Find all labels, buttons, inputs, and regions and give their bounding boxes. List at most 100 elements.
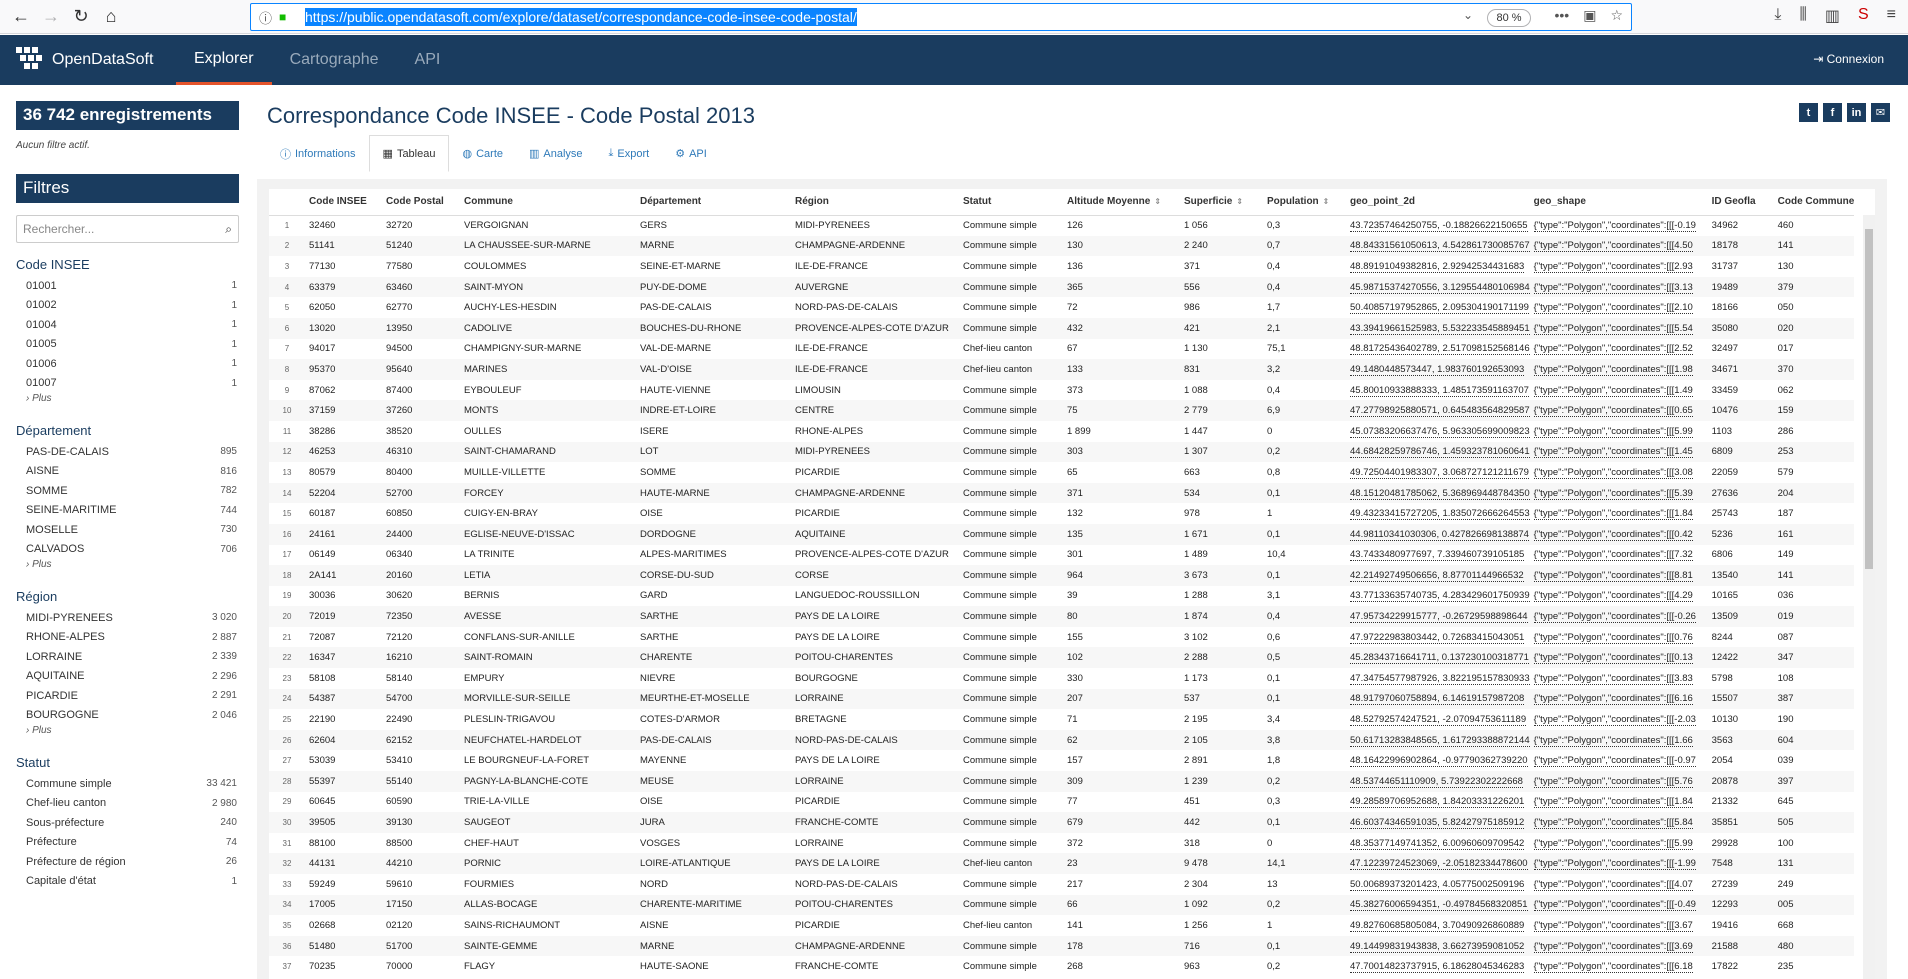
- table-cell[interactable]: {"type":"Polygon","coordinates":[[[1.98: [1529, 359, 1708, 380]
- table-cell[interactable]: 50.61713283848565, 1.617293388872144: [1346, 729, 1530, 751]
- table-row[interactable]: 7 94017 94500 CHAMPIGNY-SUR-MARNE VAL-DE-MAR…: [269, 339, 1854, 360]
- geo-link[interactable]: {"type":"Polygon","coordinates":[[[-0.49: [1533, 899, 1696, 912]
- facet-item[interactable]: 01007 1: [16, 374, 239, 394]
- column-header[interactable]: [269, 189, 305, 216]
- column-header[interactable]: ID Geofla: [1707, 189, 1774, 216]
- geo-link[interactable]: 47.95734229915777, -0.26729598898644: [1350, 611, 1528, 624]
- facet-item[interactable]: 01006 1: [16, 354, 239, 374]
- table-row[interactable]: 3 77130 77580 COULOMMES SEINE-ET-MARNE ILE-DE…: [269, 256, 1854, 277]
- table-cell[interactable]: {"type":"Polygon","coordinates":[[[3.69: [1529, 935, 1708, 957]
- geo-link[interactable]: {"type":"Polygon","coordinates":[[[5.76: [1533, 775, 1693, 788]
- facet-item[interactable]: 01001 1: [16, 276, 239, 296]
- geo-link[interactable]: {"type":"Polygon","coordinates":[[[4.29: [1533, 590, 1693, 603]
- table-cell[interactable]: 44.98110341030306, 0.427826698138874: [1346, 523, 1530, 545]
- facet-title[interactable]: Région: [16, 589, 239, 604]
- geo-link[interactable]: {"type":"Polygon","coordinates":[[[1.84: [1533, 508, 1693, 521]
- facet-item[interactable]: MOSELLE 730: [16, 520, 239, 540]
- table-cell[interactable]: {"type":"Polygon","coordinates":[[[6.18: [1530, 956, 1708, 977]
- filter-search-input[interactable]: Rechercher... ⌕: [16, 215, 239, 243]
- tab-analyse[interactable]: ▥ Analyse: [516, 135, 596, 172]
- geo-link[interactable]: {"type":"Polygon","coordinates":[[[-0.19: [1533, 220, 1696, 233]
- facet-more-link[interactable]: › Plus: [16, 725, 239, 741]
- table-cell[interactable]: {"type":"Polygon","coordinates":[[[7.32: [1530, 545, 1708, 566]
- table-cell[interactable]: 48.35377149741352, 6.00960609709542: [1346, 833, 1530, 854]
- facet-item[interactable]: RHONE-ALPES 2 887: [16, 628, 239, 648]
- table-row[interactable]: 17 06149 06340 LA TRINITE ALPES-MARITIMES PRO…: [269, 545, 1854, 566]
- table-cell[interactable]: 47.95734229915777, -0.26729598898644: [1346, 606, 1530, 627]
- column-header[interactable]: Département: [636, 189, 791, 216]
- geo-link[interactable]: 48.53744651110909, 5.73922302222668: [1350, 775, 1523, 788]
- geo-link[interactable]: {"type":"Polygon","coordinates":[[[-2.03: [1533, 714, 1696, 727]
- table-row[interactable]: 15 60187 60850 CUIGY-EN-BRAY OISE PICARDIE Com…: [269, 503, 1854, 524]
- facet-item[interactable]: Commune simple 33 421: [16, 774, 239, 794]
- twitter-icon[interactable]: t: [1799, 103, 1818, 122]
- table-row[interactable]: 5 62050 62770 AUCHY-LES-HESDIN PAS-DE-CALAIS…: [269, 297, 1854, 318]
- table-cell[interactable]: 42.21492749506656, 8.87701144966532: [1346, 565, 1530, 586]
- facet-title[interactable]: Département: [16, 423, 239, 438]
- geo-link[interactable]: {"type":"Polygon","coordinates":[[[0.13: [1533, 652, 1693, 665]
- geo-link[interactable]: 49.14499831943838, 3.66273959081052: [1350, 940, 1525, 953]
- geo-link[interactable]: {"type":"Polygon","coordinates":[[[3.83: [1533, 672, 1693, 685]
- search-icon[interactable]: ⌕: [225, 222, 232, 237]
- table-cell[interactable]: 48.81725436402789, 2.517098152568146: [1346, 339, 1530, 360]
- tab-api[interactable]: ⚙ API: [662, 135, 720, 172]
- geo-link[interactable]: 44.68428259786746, 1.459323781060641: [1350, 446, 1530, 459]
- table-cell[interactable]: {"type":"Polygon","coordinates":[[[1.66: [1529, 729, 1708, 751]
- table-row[interactable]: 23 58108 58140 EMPURY NIEVRE BOURGOGNE Commune…: [269, 668, 1854, 689]
- facet-item[interactable]: SEINE-MARITIME 744: [16, 501, 239, 521]
- login-link[interactable]: ⇥ Connexion: [1813, 52, 1884, 66]
- geo-link[interactable]: 48.89191049382816, 2.92942534431683: [1350, 260, 1525, 273]
- geo-link[interactable]: {"type":"Polygon","coordinates":[[[5.99: [1533, 425, 1693, 438]
- table-row[interactable]: 2 51141 51240 LA CHAUSSEE-SUR-MARNE MARNE CHA…: [269, 235, 1855, 257]
- geo-link[interactable]: {"type":"Polygon","coordinates":[[[-1.99: [1533, 858, 1696, 871]
- facet-item[interactable]: Préfecture de région 26: [16, 852, 239, 872]
- geo-link[interactable]: 47.70014823737915, 6.18628045346283: [1350, 961, 1525, 974]
- geo-link[interactable]: {"type":"Polygon","coordinates":[[[2.93: [1533, 260, 1693, 273]
- table-row[interactable]: 27 53039 53410 LE BOURGNEUF-LA-FORET MAYENNE…: [269, 750, 1854, 771]
- table-cell[interactable]: {"type":"Polygon","coordinates":[[[3.67: [1530, 915, 1708, 936]
- table-row[interactable]: 1 32460 32720 VERGOIGNAN GERS MIDI-PYRENEES Co…: [269, 215, 1854, 236]
- table-cell[interactable]: 45.80010933888333, 1.485173591163707: [1346, 380, 1530, 401]
- table-cell[interactable]: 43.72357464250755, -0.18826622150655: [1346, 215, 1530, 236]
- geo-link[interactable]: 49.43233415727205, 1.835072666264553: [1350, 508, 1530, 521]
- table-row[interactable]: 16 24161 24400 EGLISE-NEUVE-D'ISSAC DORDOGNE…: [269, 523, 1855, 545]
- geo-link[interactable]: {"type":"Polygon","coordinates":[[[3.69: [1533, 940, 1693, 953]
- forward-icon[interactable]: →: [36, 2, 66, 32]
- table-cell[interactable]: {"type":"Polygon","coordinates":[[[3.08: [1530, 462, 1708, 483]
- table-cell[interactable]: {"type":"Polygon","coordinates":[[[5.99: [1530, 421, 1708, 442]
- table-cell[interactable]: {"type":"Polygon","coordinates":[[[6.16: [1529, 688, 1708, 710]
- table-cell[interactable]: 48.15120481785062, 5.368969448784350: [1346, 482, 1530, 504]
- table-cell[interactable]: 45.98715374270556, 3.129554480106984: [1346, 276, 1530, 298]
- table-row[interactable]: 37 70235 70000 FLAGY HAUTE-SAONE FRANCHE-COMT…: [269, 956, 1854, 977]
- geo-link[interactable]: {"type":"Polygon","coordinates":[[[6.16: [1533, 693, 1693, 706]
- facet-more-link[interactable]: › Plus: [16, 393, 239, 409]
- table-cell[interactable]: {"type":"Polygon","coordinates":[[[-1.99: [1529, 853, 1708, 874]
- geo-link[interactable]: 45.38276006594351, -0.49784568320851: [1350, 899, 1528, 912]
- facebook-icon[interactable]: f: [1823, 103, 1842, 122]
- facet-item[interactable]: Préfecture 74: [16, 833, 239, 853]
- geo-link[interactable]: {"type":"Polygon","coordinates":[[[1.98: [1533, 363, 1693, 376]
- table-row[interactable]: 31 88100 88500 CHEF-HAUT VOSGES LORRAINE Commu…: [269, 833, 1854, 854]
- column-header[interactable]: Altitude Moyenne ⇕: [1063, 189, 1180, 216]
- geo-link[interactable]: {"type":"Polygon","coordinates":[[[1.66: [1533, 734, 1693, 747]
- geo-link[interactable]: 49.1480448573447, 1.983760192653093: [1350, 363, 1525, 376]
- table-cell[interactable]: {"type":"Polygon","coordinates":[[[5.54: [1529, 317, 1708, 339]
- geo-link[interactable]: 42.21492749506656, 8.87701144966532: [1350, 569, 1524, 582]
- facet-item[interactable]: 01002 1: [16, 296, 239, 316]
- geo-link[interactable]: {"type":"Polygon","coordinates":[[[3.67: [1533, 919, 1693, 932]
- table-cell[interactable]: {"type":"Polygon","coordinates":[[[0.42: [1529, 523, 1708, 545]
- table-cell[interactable]: {"type":"Polygon","coordinates":[[[4.07: [1530, 874, 1708, 895]
- table-row[interactable]: 22 16347 16210 SAINT-ROMAIN CHARENTE POITOU-C…: [269, 647, 1855, 669]
- table-cell[interactable]: {"type":"Polygon","coordinates":[[[5.39: [1529, 482, 1708, 504]
- table-row[interactable]: 34 17005 17150 ALLAS-BOCAGE CHARENTE-MARITIM…: [269, 894, 1855, 916]
- geo-link[interactable]: {"type":"Polygon","coordinates":[[[2.52: [1533, 343, 1693, 356]
- table-row[interactable]: 13 80579 80400 MUILLE-VILLETTE SOMME PICARDIE…: [269, 462, 1854, 483]
- table-cell[interactable]: {"type":"Polygon","coordinates":[[[-0.26: [1529, 606, 1708, 627]
- geo-link[interactable]: 45.28343716641711, 0.137230100318771: [1350, 652, 1529, 665]
- table-row[interactable]: 21 72087 72120 CONFLANS-SUR-ANILLE SARTHE PAY…: [269, 627, 1854, 648]
- table-row[interactable]: 28 55397 55140 PAGNY-LA-BLANCHE-COTE MEUSE LO…: [269, 771, 1855, 792]
- table-cell[interactable]: 49.28589706952688, 1.84203331226201: [1346, 792, 1530, 813]
- table-cell[interactable]: 46.60374346591035, 5.82427975185912: [1346, 812, 1530, 833]
- facet-item[interactable]: AQUITAINE 2 296: [16, 667, 239, 687]
- geo-link[interactable]: {"type":"Polygon","coordinates":[[[5.39: [1533, 487, 1693, 500]
